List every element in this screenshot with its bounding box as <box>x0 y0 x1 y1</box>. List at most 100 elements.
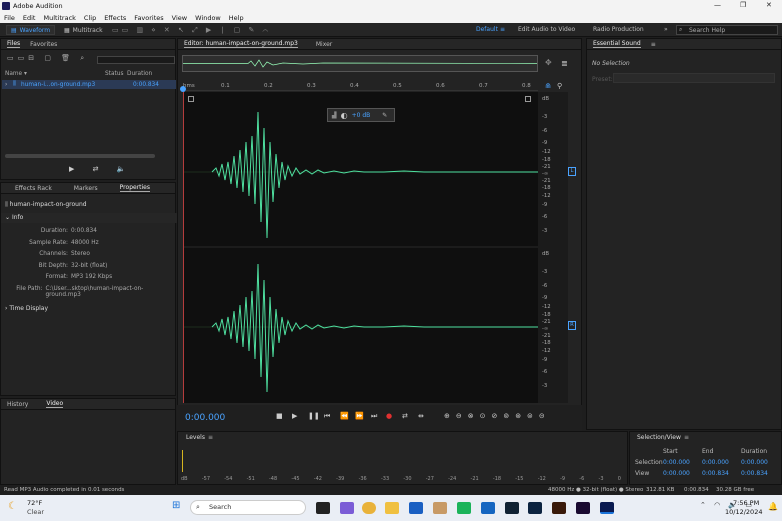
selection-menu-icon[interactable]: ≡ <box>684 434 689 441</box>
volume-knob-icon[interactable]: ◐ <box>341 111 348 120</box>
timecode-display[interactable]: 0:00.000 <box>185 413 225 423</box>
chrome-icon[interactable] <box>362 502 376 514</box>
terminal-icon[interactable] <box>505 502 519 514</box>
selection-duration[interactable]: 0:00.000 <box>741 459 768 466</box>
info-section-header[interactable]: ⌄ Info <box>1 213 177 223</box>
menu-view[interactable]: View <box>172 14 187 22</box>
minimize-button[interactable]: — <box>714 1 721 9</box>
tab-favorites[interactable]: Favorites <box>30 41 57 48</box>
tab-files[interactable]: Files <box>7 40 21 48</box>
waveform-display[interactable]: ▟ ◐ +0 dB ✎ <box>183 92 539 403</box>
workspace-overflow-icon[interactable]: » <box>664 26 668 33</box>
fast-forward-icon[interactable]: ⏩ <box>355 412 364 420</box>
rewind-icon[interactable]: ⏪ <box>340 412 349 420</box>
essential-sound-title[interactable]: Essential Sound <box>593 40 641 48</box>
loop-icon[interactable]: ⇄ <box>402 412 408 420</box>
stop-icon[interactable]: ■ <box>276 412 283 420</box>
tab-markers[interactable]: Markers <box>74 185 98 192</box>
selection-end[interactable]: 0:00.000 <box>702 459 729 466</box>
hud-value[interactable]: +0 dB <box>352 112 371 119</box>
close-button[interactable]: ✕ <box>766 1 772 9</box>
expand-chevron-icon[interactable]: › <box>5 82 13 88</box>
workspace-radio[interactable]: Radio Production <box>593 26 644 33</box>
go-to-end-icon[interactable]: ⏭ <box>371 412 377 421</box>
copilot-icon[interactable] <box>340 502 354 514</box>
skip-selection-icon[interactable]: ⇹ <box>418 412 424 420</box>
word-icon[interactable] <box>409 502 423 514</box>
time-ruler[interactable]: hms 0.1 0.2 0.3 0.4 0.5 0.6 0.7 0.8 <box>183 80 538 91</box>
fade-out-handle[interactable] <box>525 96 531 102</box>
tab-video[interactable]: Video <box>46 400 64 408</box>
tab-mixer[interactable]: Mixer <box>316 41 332 48</box>
tool-icons[interactable]: ▭▭ ▥ ⋄ ✕ ↖ ⤢ ▶ ❘ ▢ ✎ ⌒ <box>112 26 271 35</box>
view-duration[interactable]: 0:00.834 <box>741 470 768 477</box>
play-icon[interactable]: ▶ <box>292 412 297 420</box>
taskview-icon[interactable] <box>316 502 330 514</box>
app-icon[interactable] <box>433 502 447 514</box>
start-windows-icon[interactable]: ⊞ <box>172 500 180 511</box>
channel-r-toggle[interactable]: R <box>568 321 576 330</box>
col-duration[interactable]: Duration <box>127 71 152 77</box>
overview-bar[interactable] <box>182 55 538 72</box>
col-status[interactable]: Status <box>105 71 127 77</box>
channel-l-toggle[interactable]: L <box>568 167 576 176</box>
tab-editor[interactable]: Editor: human-impact-on-ground.mp3 <box>184 40 298 48</box>
zoom-magnifier-icon[interactable]: ✥ <box>545 58 552 67</box>
file-explorer-icon[interactable] <box>385 502 399 514</box>
go-to-start-icon[interactable]: ⏮ <box>324 412 330 421</box>
menu-favorites[interactable]: Favorites <box>134 14 163 22</box>
waveform-button[interactable]: ▤ Waveform <box>6 25 56 35</box>
files-scrollbar[interactable] <box>5 154 155 158</box>
menu-multitrack[interactable]: Multitrack <box>43 14 75 22</box>
pause-icon[interactable]: ❚❚ <box>308 412 320 420</box>
preset-select[interactable] <box>613 73 775 83</box>
files-tool-icons[interactable]: ▭▭⊟ ▢ 🗑 ⌕ <box>7 54 88 63</box>
view-end[interactable]: 0:00.834 <box>702 470 729 477</box>
files-preview-controls[interactable]: ▶ ⇄ 🔈 <box>69 165 133 173</box>
store-icon[interactable] <box>481 502 495 514</box>
tab-properties[interactable]: Properties <box>119 184 150 192</box>
tab-effects-rack[interactable]: Effects Rack <box>15 185 52 192</box>
zoom-controls[interactable]: ⊕⊖⊗⊙⊘⊚⊛⊜⊝ <box>444 412 551 420</box>
view-start[interactable]: 0:00.000 <box>663 470 690 477</box>
weather-condition[interactable]: Clear <box>27 508 44 516</box>
taskbar-search[interactable]: Search <box>190 500 306 515</box>
menu-window[interactable]: Window <box>195 14 221 22</box>
menu-help[interactable]: Help <box>229 14 244 22</box>
workspace-menu-icon[interactable]: ≡ <box>500 26 505 33</box>
hud-pin-icon[interactable]: ✎ <box>382 112 387 119</box>
hulu-icon[interactable] <box>457 502 471 514</box>
menu-edit[interactable]: Edit <box>23 14 36 22</box>
photoshop-icon[interactable] <box>528 502 542 514</box>
weather-temp[interactable]: 72°F <box>27 499 42 507</box>
hud-volume[interactable]: ▟ ◐ +0 dB ✎ <box>327 108 395 122</box>
selection-start[interactable]: 0:00.000 <box>663 459 690 466</box>
multitrack-button[interactable]: ▦ Multitrack <box>60 25 107 35</box>
audition-taskbar-icon[interactable] <box>600 502 614 514</box>
maximize-button[interactable]: ❐ <box>740 1 746 9</box>
levels-menu-icon[interactable]: ≡ <box>208 434 213 441</box>
tab-history[interactable]: History <box>7 401 28 408</box>
essential-menu-icon[interactable]: ≡ <box>651 41 656 48</box>
fade-in-handle[interactable] <box>188 96 194 102</box>
time-display-section[interactable]: › Time Display <box>5 305 48 312</box>
clock-date[interactable]: 10/12/2024 <box>725 508 762 516</box>
clock-time[interactable]: 7:56 PM <box>733 499 759 507</box>
snap-icon[interactable]: ⋒ <box>545 82 551 90</box>
notification-bell-icon[interactable]: 🔔 <box>768 502 778 511</box>
file-row[interactable]: › ⫼ human-i...on-ground.mp3 0:00.834 <box>2 80 176 89</box>
workspace-edit-video[interactable]: Edit Audio to Video <box>518 26 575 33</box>
col-name[interactable]: Name ▾ <box>5 71 105 77</box>
premiere-icon[interactable] <box>576 502 590 514</box>
illustrator-icon[interactable] <box>552 502 566 514</box>
overview-menu-icon[interactable]: ≣ <box>561 59 568 68</box>
files-filter-input[interactable] <box>97 56 175 64</box>
record-icon[interactable]: ● <box>386 412 392 420</box>
menu-file[interactable]: File <box>4 14 15 22</box>
search-help-input[interactable]: Search Help <box>676 25 778 35</box>
menu-clip[interactable]: Clip <box>84 14 96 22</box>
weather-moon-icon[interactable]: ☾ <box>8 501 17 512</box>
pin-icon[interactable]: ⚲ <box>557 82 562 90</box>
workspace-default[interactable]: Default <box>476 26 498 33</box>
menu-effects[interactable]: Effects <box>104 14 126 22</box>
